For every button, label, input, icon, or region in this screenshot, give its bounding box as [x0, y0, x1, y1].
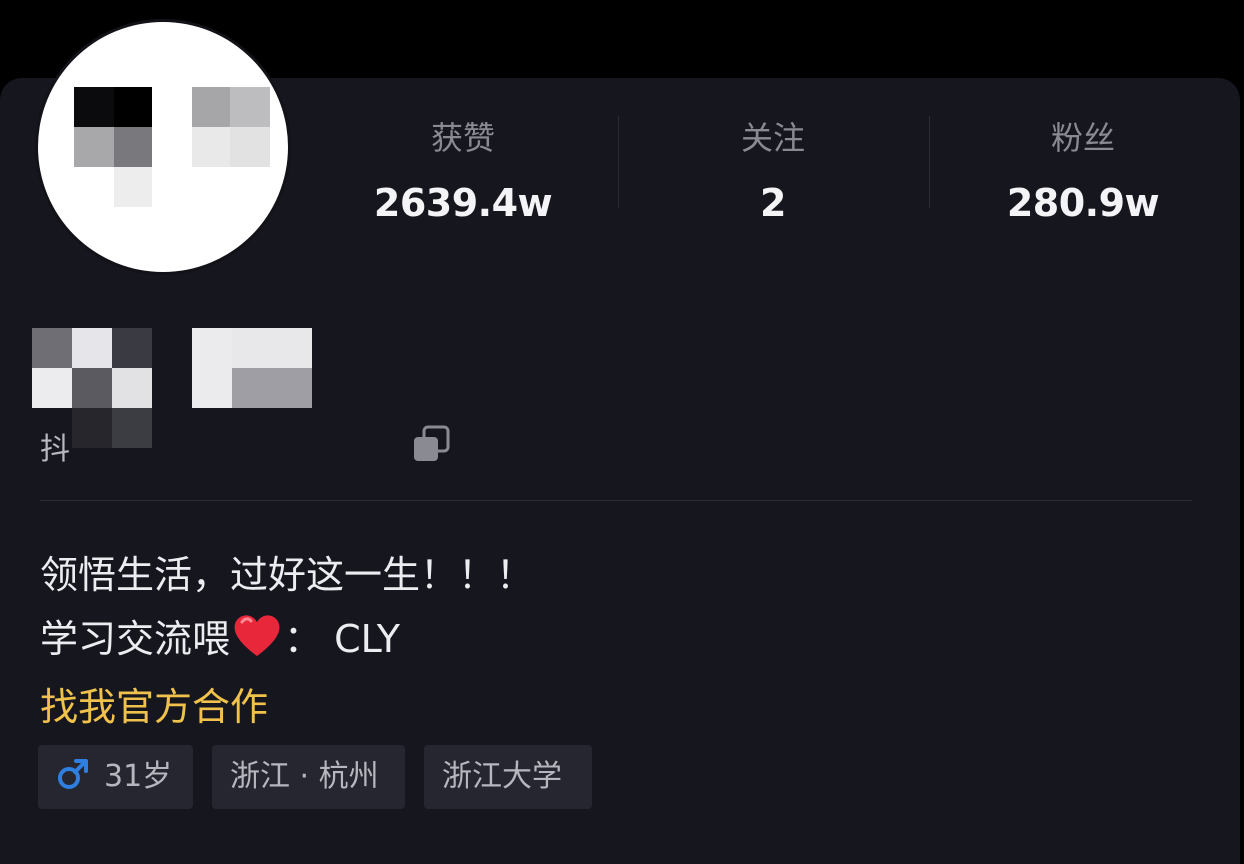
stat-divider: [618, 116, 619, 208]
stat-following-value: 2: [760, 181, 786, 225]
stat-divider: [929, 116, 930, 208]
male-icon: [58, 759, 88, 789]
stat-followers[interactable]: 粉丝 280.9w: [958, 108, 1208, 238]
account-id-prefix: 抖: [40, 432, 70, 467]
stat-followers-label: 粉丝: [1050, 119, 1115, 157]
stat-likes[interactable]: 获赞 2639.4w: [338, 108, 588, 238]
tag-school-label: 浙江大学: [442, 759, 562, 794]
bio-line-2: 学习交流喂 ： CLY: [40, 612, 400, 664]
stat-following[interactable]: 关注 2: [648, 108, 898, 238]
cooperation-link[interactable]: 找我官方合作: [40, 682, 268, 732]
stat-followers-value: 280.9w: [1006, 181, 1160, 225]
tag-age-label: 31岁: [104, 759, 173, 794]
bio-line-1: 领悟生活，过好这一生！！！: [40, 553, 535, 597]
bio-line-2-suffix: ： CLY: [284, 617, 400, 661]
bio-line-2-prefix: 学习交流喂: [40, 617, 231, 661]
heart-icon: [234, 615, 280, 656]
stat-likes-label: 获赞: [430, 119, 495, 157]
avatar[interactable]: [38, 22, 288, 272]
stat-likes-value: 2639.4w: [373, 181, 553, 225]
tag-school[interactable]: 浙江大学: [424, 745, 592, 809]
tag-location-label: 浙江 · 杭州: [230, 759, 379, 794]
copy-icon[interactable]: [412, 425, 450, 463]
stat-following-label: 关注: [740, 119, 805, 157]
avatar-mosaic: [74, 87, 114, 127]
tag-age[interactable]: 31岁: [38, 745, 193, 809]
tag-location[interactable]: 浙江 · 杭州: [212, 745, 405, 809]
section-divider: [40, 500, 1192, 501]
